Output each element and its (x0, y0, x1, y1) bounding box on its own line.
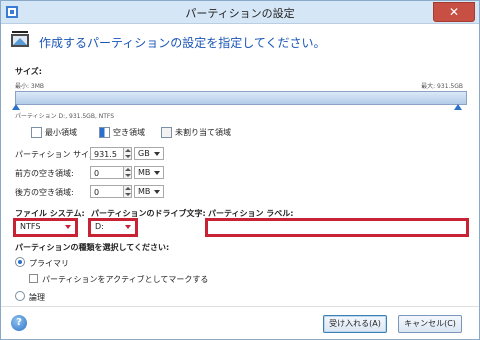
partition-info-text: パーティション D:, 931.5GB, NTFS (15, 113, 115, 120)
partition-type-label: パーティションの種類を選択してください: (15, 243, 170, 252)
partition-label-input[interactable] (205, 218, 469, 237)
free-before-unit-value: MB (138, 168, 151, 177)
cancel-button[interactable]: キャンセル(C) (398, 315, 462, 333)
free-before-label: 前方の空き領域: (15, 169, 74, 178)
help-icon[interactable]: ? (11, 315, 27, 331)
chevron-down-icon (154, 152, 160, 156)
footer-divider (1, 306, 479, 307)
free-after-spinner[interactable] (123, 185, 132, 198)
min-size-text: 最小: 3MB (15, 83, 45, 90)
mark-active-checkbox[interactable] (29, 274, 38, 283)
free-before-spinner[interactable] (123, 166, 132, 179)
logical-label: 論理 (29, 293, 45, 302)
free-before-unit[interactable]: MB (134, 166, 164, 179)
chevron-down-icon (65, 225, 71, 229)
chevron-down-icon (154, 190, 160, 194)
free-area-swatch (99, 127, 110, 138)
legend-unallocated: 未割り当て領域 (175, 128, 231, 137)
mark-active-label: パーティションをアクティブとしてマークする (42, 275, 209, 284)
left-slider-handle[interactable] (12, 104, 20, 110)
partition-size-label: パーティション サイズ: (15, 150, 100, 159)
legend-min-area: 最小領域 (45, 128, 77, 137)
chevron-down-icon (154, 171, 160, 175)
partition-wizard-icon (11, 31, 29, 47)
right-slider-handle[interactable] (454, 104, 462, 110)
header-instruction: 作成するパーティションの設定を指定してください。 (39, 36, 326, 50)
partition-size-spinner[interactable] (123, 147, 132, 160)
legend-free-area: 空き領域 (113, 128, 145, 137)
dialog-window: パーティションの設定 ✕ 作成するパーティションの設定を指定してください。 サイ… (0, 0, 480, 340)
drive-letter-value: D: (95, 222, 104, 231)
primary-label: プライマリ (29, 259, 69, 268)
partition-size-unit[interactable]: GB (134, 147, 164, 160)
partition-size-input[interactable]: 931.5 (90, 147, 125, 160)
free-after-label: 後方の空き領域: (15, 188, 74, 197)
title-bar: パーティションの設定 ✕ (1, 1, 479, 24)
accept-button[interactable]: 受け入れる(A) (323, 315, 387, 333)
filesystem-select[interactable]: NTFS (17, 221, 74, 234)
partition-size-bar[interactable] (15, 91, 467, 105)
close-button[interactable]: ✕ (433, 2, 475, 22)
free-after-input[interactable]: 0 (90, 185, 125, 198)
max-size-text: 最大: 931.5GB (421, 83, 463, 90)
drive-letter-select[interactable]: D: (92, 221, 134, 234)
window-title: パーティションの設定 (185, 7, 295, 20)
free-after-unit-value: MB (138, 187, 151, 196)
primary-radio[interactable] (15, 257, 25, 267)
filesystem-highlight: NTFS (13, 218, 78, 237)
close-icon: ✕ (448, 5, 460, 19)
partition-size-unit-value: GB (138, 149, 150, 158)
min-area-swatch (31, 127, 42, 138)
free-before-input[interactable]: 0 (90, 166, 125, 179)
drive-letter-highlight: D: (88, 218, 138, 237)
size-label: サイズ: (15, 67, 42, 76)
free-after-unit[interactable]: MB (134, 185, 164, 198)
filesystem-value: NTFS (20, 222, 41, 231)
logical-radio[interactable] (15, 291, 25, 301)
unallocated-swatch (161, 127, 172, 138)
chevron-down-icon (125, 225, 131, 229)
